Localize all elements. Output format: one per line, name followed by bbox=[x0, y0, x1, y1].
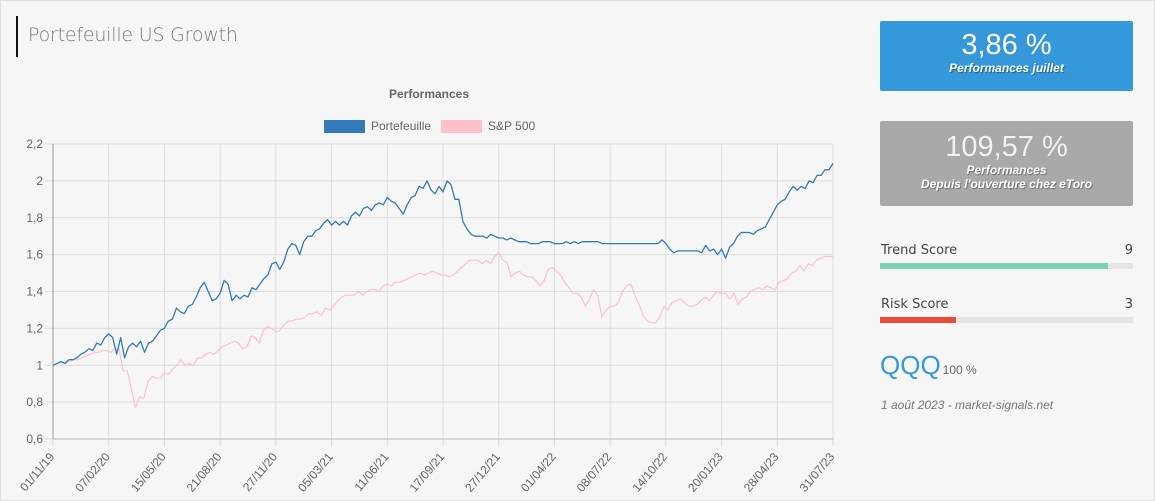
total-performance-value: 109,57 % bbox=[945, 131, 1068, 163]
risk-score-label: Risk Score bbox=[881, 297, 949, 312]
y-tick-label: 0,6 bbox=[26, 432, 43, 446]
x-tick-label: 14/10/22 bbox=[629, 450, 670, 495]
chart-grid bbox=[45, 143, 834, 447]
trend-score-bar bbox=[880, 263, 1133, 269]
y-tick-label: 1,6 bbox=[26, 248, 43, 262]
allocation: QQQ 100 % bbox=[880, 350, 977, 381]
total-performance-label-1: Performances bbox=[966, 163, 1047, 177]
y-tick-label: 1,2 bbox=[26, 321, 43, 335]
y-tick-label: 2 bbox=[36, 174, 43, 188]
x-tick-label: 31/07/23 bbox=[797, 450, 838, 495]
x-tick-label: 20/01/23 bbox=[685, 450, 726, 495]
x-tick-label: 05/03/21 bbox=[295, 450, 336, 495]
x-tick-label: 21/08/20 bbox=[184, 450, 225, 495]
performance-chart: 0,6 0,8 1 1,2 1,4 1,6 1,8 2 2,2 01/11/19 07/02/20… bbox=[17, 137, 838, 495]
x-tick-label: 01/04/22 bbox=[518, 450, 559, 495]
title-accent-bar bbox=[16, 16, 18, 57]
y-tick-label: 1,4 bbox=[26, 285, 43, 299]
risk-score-bar bbox=[880, 317, 1133, 323]
x-tick-label: 28/04/23 bbox=[741, 450, 782, 495]
y-tick-label: 1 bbox=[36, 358, 43, 372]
total-performance-card: 109,57 % Performances Depuis l'ouverture… bbox=[880, 121, 1133, 206]
y-tick-label: 2,2 bbox=[26, 137, 43, 151]
page-title: Portefeuille US Growth bbox=[28, 24, 238, 46]
x-tick-label: 27/12/21 bbox=[462, 450, 503, 495]
allocation-ticker[interactable]: QQQ bbox=[880, 350, 941, 380]
x-tick-label: 15/05/20 bbox=[128, 450, 169, 495]
risk-score-bar-fill bbox=[880, 317, 956, 323]
trend-score-label: Trend Score bbox=[881, 243, 958, 258]
monthly-performance-label: Performances juillet bbox=[949, 61, 1064, 75]
y-tick-label: 1,8 bbox=[26, 211, 43, 225]
monthly-performance-value: 3,86 % bbox=[961, 29, 1052, 61]
x-tick-label: 07/02/20 bbox=[72, 450, 113, 495]
trend-score-value: 9 bbox=[1124, 243, 1133, 258]
footer-note: 1 août 2023 - market-signals.net bbox=[881, 398, 1054, 412]
total-performance-label-2: Depuis l'ouverture chez eToro bbox=[920, 177, 1093, 191]
allocation-weight: 100 % bbox=[942, 363, 977, 377]
x-axis: 01/11/19 07/02/20 15/05/20 21/08/20 27/11/20… bbox=[17, 438, 838, 495]
trend-score-bar-fill bbox=[880, 263, 1108, 269]
x-tick-label: 08/07/22 bbox=[574, 450, 615, 495]
x-tick-label: 27/11/20 bbox=[240, 450, 280, 494]
chart-title: Performances bbox=[388, 87, 470, 101]
x-tick-label: 01/11/19 bbox=[17, 450, 57, 494]
risk-score-value: 3 bbox=[1124, 297, 1133, 312]
x-tick-label: 17/09/21 bbox=[407, 450, 448, 495]
y-tick-label: 0,8 bbox=[26, 395, 43, 409]
monthly-performance-card: 3,86 % Performances juillet bbox=[880, 21, 1133, 91]
x-tick-label: 11/06/21 bbox=[351, 450, 391, 494]
